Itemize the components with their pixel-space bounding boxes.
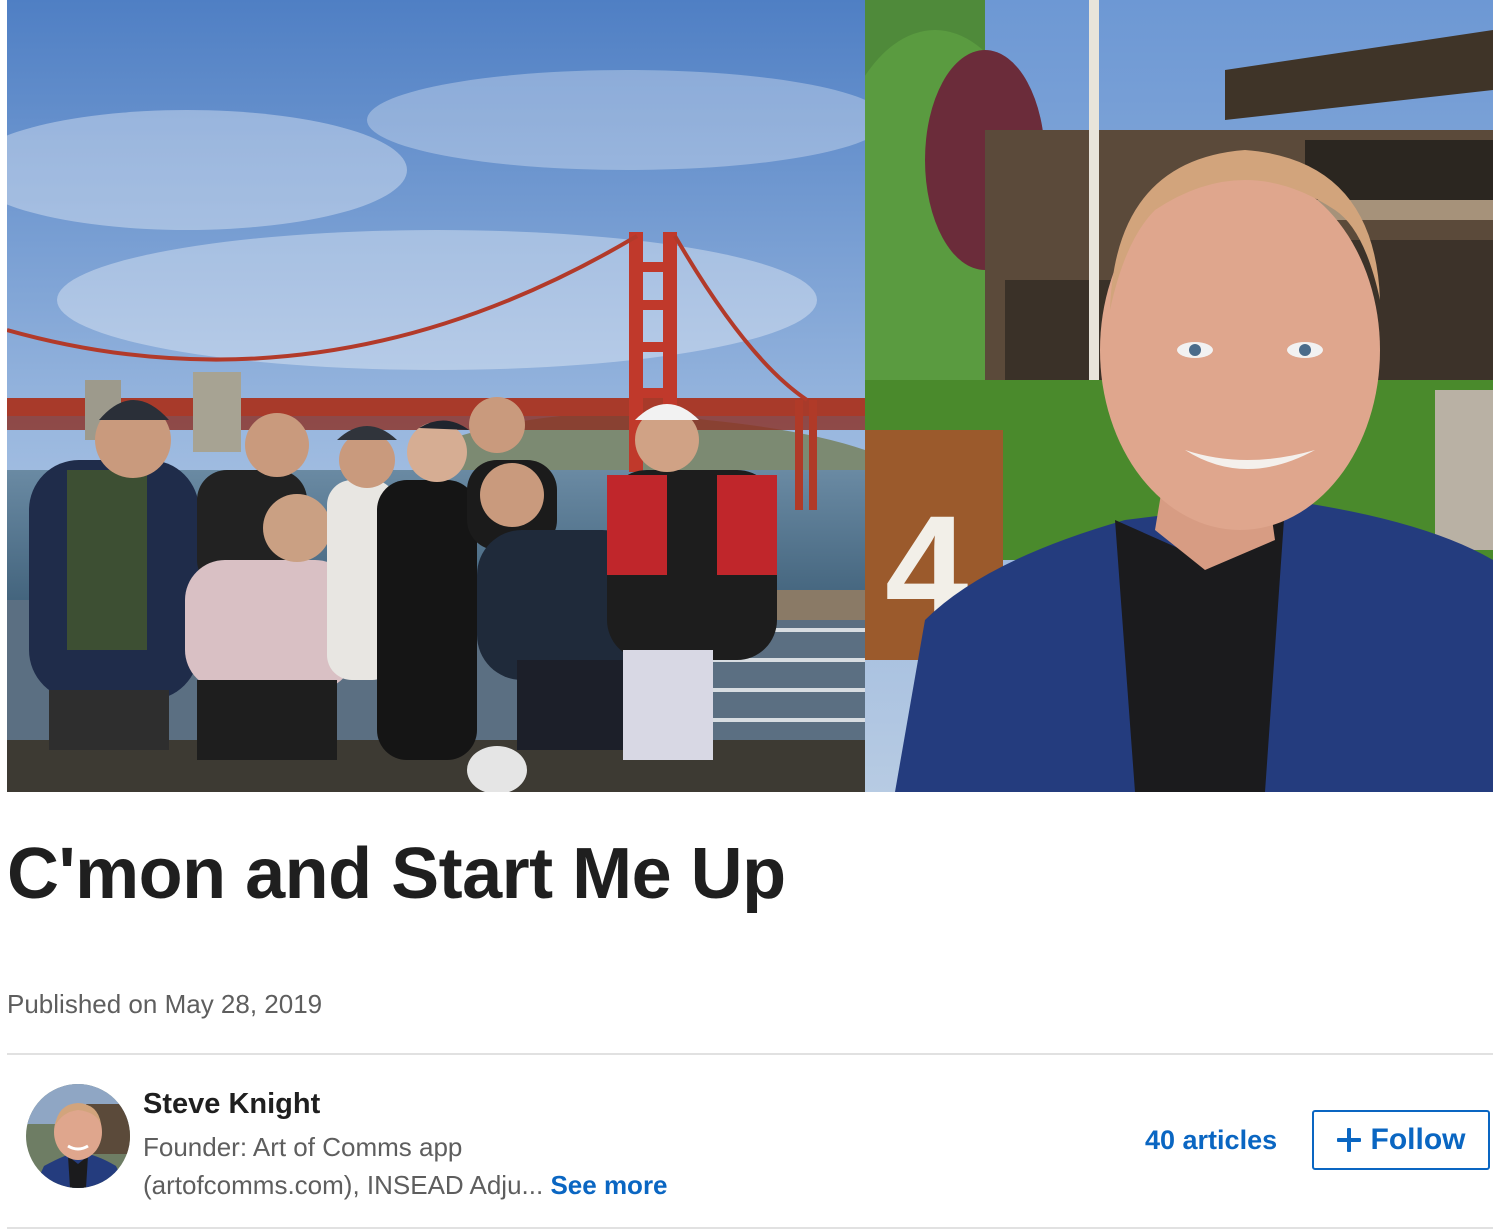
author-headline-line2: (artofcomms.com), INSEAD Adju... See mor… bbox=[143, 1166, 743, 1204]
article-title: C'mon and Start Me Up bbox=[7, 834, 786, 914]
article-page: 4 C'mon and Start Me Up Published on May… bbox=[0, 0, 1500, 1232]
plus-icon bbox=[1336, 1128, 1361, 1152]
divider bbox=[7, 1053, 1493, 1055]
selfie-photo: 4 bbox=[865, 0, 1493, 792]
follow-label: Follow bbox=[1370, 1123, 1466, 1156]
published-date-value: May 28, 2019 bbox=[164, 989, 323, 1019]
author-headline-line1: Founder: Art of Comms app bbox=[143, 1132, 463, 1162]
articles-count-link[interactable]: 40 articles bbox=[1145, 1121, 1277, 1159]
published-prefix: Published on bbox=[7, 989, 158, 1019]
group-photo bbox=[7, 0, 865, 792]
divider bbox=[7, 1227, 1493, 1229]
author-headline-text: (artofcomms.com), INSEAD Adju... bbox=[143, 1170, 544, 1200]
follow-button[interactable]: Follow bbox=[1312, 1110, 1490, 1170]
author-name[interactable]: Steve Knight bbox=[143, 1084, 320, 1124]
hero-image: 4 bbox=[7, 0, 1493, 792]
avatar[interactable] bbox=[26, 1084, 130, 1188]
see-more-link[interactable]: See more bbox=[550, 1170, 667, 1200]
author-headline: Founder: Art of Comms app (artofcomms.co… bbox=[143, 1128, 743, 1204]
published-date: Published on May 28, 2019 bbox=[7, 986, 322, 1022]
